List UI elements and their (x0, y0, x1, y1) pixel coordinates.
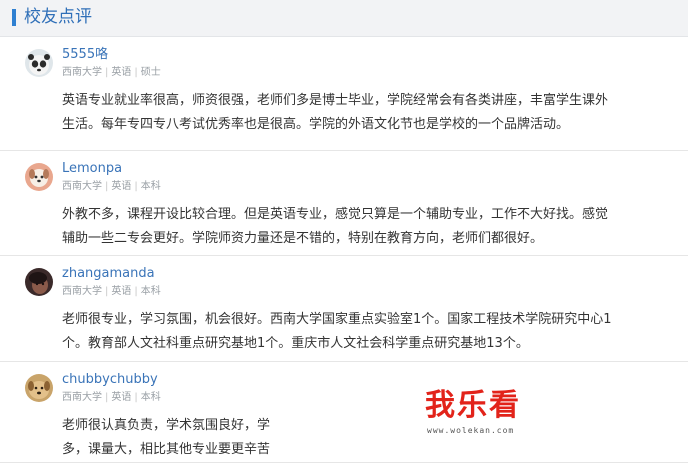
review-item: 5555咯 西南大学 | 英语 | 硕士 英语专业就业率很高，师资很强，老师们多是博士毕… (0, 37, 688, 151)
meta-separator: | (134, 286, 138, 297)
review-text-line: 多，课量大，相比其他专业要更辛苦 (62, 442, 271, 457)
review-school: 西南大学 (62, 181, 102, 192)
review-text-line: 英语专业就业率很高，师资很强，老师们多是博士毕业，学院经常会有各类讲座，丰富学生… (62, 93, 609, 108)
section-header: 校友点评 (0, 0, 688, 37)
review-item: Lemonpa 西南大学 | 英语 | 本科 外教不多，课程开设比较合理。但是英语专业，… (0, 151, 688, 256)
watermark-logo-text: 我乐看 (425, 388, 521, 423)
meta-separator: | (105, 286, 109, 297)
review-username[interactable]: zhangamanda (62, 266, 155, 282)
review-school: 西南大学 (62, 392, 102, 403)
review-meta: 西南大学 | 英语 | 硕士 (62, 66, 161, 80)
review-degree: 本科 (140, 286, 161, 297)
dark-photo-avatar[interactable] (25, 268, 53, 296)
review-text-line: 外教不多，课程开设比较合理。但是英语专业，感觉只算是一个辅助专业，工作不大好找。… (62, 207, 609, 222)
dog-avatar[interactable] (25, 374, 53, 402)
review-major: 英语 (111, 67, 132, 78)
review-major: 英语 (111, 392, 132, 403)
review-degree: 本科 (140, 392, 161, 403)
review-text: 老师很认真负责，学术氛围良好，学 多，课量大，相比其他专业要更辛苦 (62, 414, 672, 462)
meta-separator: | (105, 392, 109, 403)
review-meta: 西南大学 | 英语 | 本科 (62, 391, 161, 405)
review-text: 外教不多，课程开设比较合理。但是英语专业，感觉只算是一个辅助专业，工作不大好找。… (62, 203, 672, 251)
review-item: zhangamanda 西南大学 | 英语 | 本科 老师很专业，学习氛围，机会很好。西… (0, 256, 688, 362)
meta-separator: | (134, 67, 138, 78)
review-degree: 硕士 (140, 67, 161, 78)
alumni-reviews-page: 校友点评 5555咯 西南大学 | 英语 | 硕士 英语专业就业率很高，师资很强… (0, 0, 688, 463)
puppy-avatar[interactable] (25, 163, 53, 191)
review-major: 英语 (111, 286, 132, 297)
review-username[interactable]: Lemonpa (62, 161, 122, 177)
review-major: 英语 (111, 181, 132, 192)
header-accent-bar (12, 9, 16, 26)
review-text-line: 生活。每年专四专八考试优秀率也是很高。学院的外语文化节也是学校的一个品牌活动。 (62, 117, 570, 132)
review-school: 西南大学 (62, 286, 102, 297)
review-text: 英语专业就业率很高，师资很强，老师们多是博士毕业，学院经常会有各类讲座，丰富学生… (62, 89, 672, 137)
meta-separator: | (134, 392, 138, 403)
review-text-line: 老师很认真负责，学术氛围良好，学 (62, 418, 271, 433)
review-meta: 西南大学 | 英语 | 本科 (62, 285, 161, 299)
review-text-line: 老师很专业，学习氛围，机会很好。西南大学国家重点实验室1个。国家工程技术学院研究… (62, 312, 612, 327)
panda-avatar[interactable] (25, 49, 53, 77)
review-school: 西南大学 (62, 67, 102, 78)
site-watermark: 我乐看 www.wolekan.com (425, 388, 575, 450)
meta-separator: | (105, 181, 109, 192)
meta-separator: | (105, 67, 109, 78)
review-text-line: 个。教育部人文社科重点研究基地1个。重庆市人文社会科学重点研究基地13个。 (62, 336, 529, 351)
review-username[interactable]: chubbychubby (62, 372, 158, 388)
section-title: 校友点评 (24, 7, 92, 27)
review-meta: 西南大学 | 英语 | 本科 (62, 180, 161, 194)
watermark-url: www.wolekan.com (427, 426, 515, 435)
review-list: 5555咯 西南大学 | 英语 | 硕士 英语专业就业率很高，师资很强，老师们多是博士毕… (0, 37, 688, 463)
review-text-line: 辅助一些二专会更好。学院师资力量还是不错的，特别在教育方向，老师们都很好。 (62, 231, 544, 246)
review-text: 老师很专业，学习氛围，机会很好。西南大学国家重点实验室1个。国家工程技术学院研究… (62, 308, 672, 356)
review-item: chubbychubby 西南大学 | 英语 | 本科 老师很认真负责，学术氛围良好，学… (0, 362, 688, 463)
meta-separator: | (134, 181, 138, 192)
review-degree: 本科 (140, 181, 161, 192)
review-username[interactable]: 5555咯 (62, 47, 108, 63)
